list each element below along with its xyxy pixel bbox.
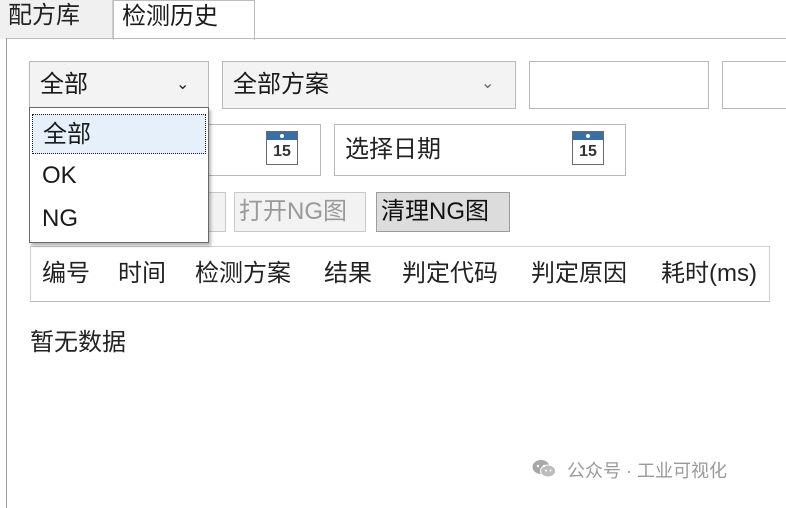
calendar-day: 15 (273, 143, 291, 160)
calendar-day: 15 (579, 143, 597, 160)
open-ng-image-button[interactable]: 打开NG图 (234, 192, 366, 232)
clear-ng-image-button[interactable]: 清理NG图 (376, 192, 510, 232)
tab-label: 检测历史 (122, 3, 218, 30)
wechat-icon (532, 459, 556, 486)
column-header-duration[interactable]: 耗时(ms) (661, 247, 769, 301)
tab-recipe-library[interactable]: 配方库 (0, 0, 113, 39)
tab-inspection-history[interactable]: 检测历史 (113, 0, 255, 40)
column-header-result[interactable]: 结果 (324, 247, 372, 301)
calendar-icon[interactable]: 15 (266, 131, 298, 165)
filter-text-input-2[interactable] (722, 61, 786, 109)
watermark-text: 公众号 · 工业可视化 (567, 461, 728, 481)
chevron-down-icon: ⌄ (481, 75, 495, 92)
scheme-filter-select[interactable]: 全部方案 ⌄ (222, 61, 516, 109)
result-filter-dropdown: 全部 OK NG (29, 107, 209, 243)
end-date-placeholder: 选择日期 (345, 136, 441, 163)
result-filter-value: 全部 (40, 71, 88, 98)
dropdown-option-ng[interactable]: NG (32, 199, 206, 239)
scheme-filter-value: 全部方案 (233, 71, 329, 98)
result-filter-select[interactable]: 全部 ⌄ (29, 61, 209, 109)
filter-text-input-1[interactable] (529, 61, 709, 109)
column-header-scheme[interactable]: 检测方案 (195, 247, 291, 301)
tab-label: 配方库 (8, 2, 80, 29)
column-header-reason[interactable]: 判定原因 (531, 247, 627, 301)
dropdown-option-all[interactable]: 全部 (32, 114, 206, 154)
empty-state-text: 暂无数据 (30, 329, 126, 356)
open-ng-image-label: 打开NG图 (239, 198, 347, 225)
calendar-icon[interactable]: 15 (572, 131, 604, 165)
column-header-id[interactable]: 编号 (42, 247, 90, 301)
watermark: 公众号 · 工业可视化 (532, 458, 727, 486)
table-header: 编号 时间 检测方案 结果 判定代码 判定原因 耗时(ms) (30, 246, 770, 302)
dropdown-option-ok[interactable]: OK (32, 156, 206, 196)
column-header-code[interactable]: 判定代码 (402, 247, 498, 301)
clear-ng-image-label: 清理NG图 (381, 198, 489, 225)
column-header-time[interactable]: 时间 (118, 247, 166, 301)
chevron-down-icon: ⌄ (176, 76, 190, 93)
